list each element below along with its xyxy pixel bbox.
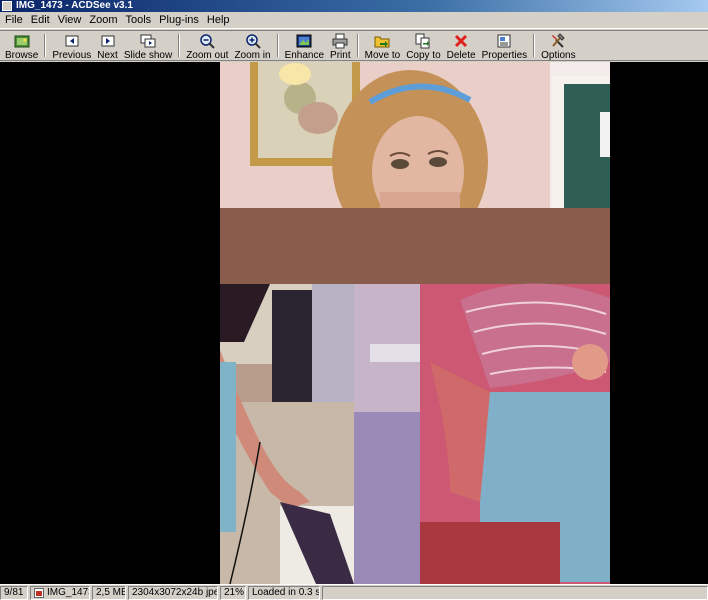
previous-button[interactable]: Previous [49,31,94,60]
move-to-label: Move to [364,50,401,61]
delete-label: Delete [446,50,476,61]
menu-help[interactable]: Help [203,13,234,28]
browse-button[interactable]: Browse [2,31,41,60]
properties-button[interactable]: Properties [479,31,531,60]
print-button[interactable]: Print [327,31,354,60]
print-label: Print [330,50,351,61]
options-label: Options [541,50,576,61]
toolbar-separator [178,34,181,57]
toolbar-separator [533,34,536,57]
toolbar-separator [44,34,47,57]
zoom-in-icon [245,33,261,49]
status-filesize: 2,5 MB [92,585,126,600]
options-icon [550,33,566,49]
next-button[interactable]: Next [94,31,121,60]
options-button[interactable]: Options [538,31,578,60]
toolbar: Browse Previous Next Slide show Zoom out… [0,30,708,61]
copy-to-icon [415,33,431,49]
image-file-icon [34,587,44,598]
enhance-button[interactable]: Enhance [282,31,327,60]
previous-icon [64,33,80,49]
slideshow-icon [140,33,156,49]
zoom-out-label: Zoom out [186,50,229,61]
status-load-time: Loaded in 0.3 s [248,585,320,600]
copy-to-label: Copy to [406,50,441,61]
zoom-in-button[interactable]: Zoom in [231,31,273,60]
menu-edit[interactable]: Edit [27,13,54,28]
menu-bar: File Edit View Zoom Tools Plug-ins Help [0,12,708,29]
slideshow-button[interactable]: Slide show [121,31,175,60]
zoom-in-label: Zoom in [234,50,271,61]
previous-label: Previous [52,50,92,61]
toolbar-separator [356,34,359,57]
delete-button[interactable]: Delete [444,31,479,60]
enhance-label: Enhance [284,50,325,61]
status-dimensions: 2304x3072x24b jpeg [128,585,218,600]
next-icon [100,33,116,49]
next-label: Next [97,50,118,61]
browse-label: Browse [5,50,39,61]
window-title: IMG_1473 - ACDSee v3.1 [16,0,133,11]
status-filename-pane: IMG_1473 [30,585,90,600]
menu-file[interactable]: File [1,13,27,28]
status-filename: IMG_1473 [47,586,90,598]
zoom-out-button[interactable]: Zoom out [183,31,231,60]
zoom-out-icon [199,33,216,49]
enhance-icon [296,33,312,49]
status-position: 9/81 [0,585,28,600]
delete-icon [453,33,469,49]
photo-image [220,62,610,584]
move-to-icon [374,33,390,49]
status-zoom: 21% [220,585,246,600]
move-to-button[interactable]: Move to [362,31,404,60]
displayed-photo [220,62,610,584]
app-icon [2,1,12,11]
toolbar-separator [276,34,279,57]
slideshow-label: Slide show [123,50,173,61]
menu-plugins[interactable]: Plug-ins [155,13,203,28]
title-bar[interactable]: IMG_1473 - ACDSee v3.1 [0,0,708,12]
properties-icon [496,33,512,49]
copy-to-button[interactable]: Copy to [403,31,443,60]
printer-icon [332,33,348,49]
menu-tools[interactable]: Tools [121,13,155,28]
status-empty-pane [322,585,708,600]
browse-icon [14,33,30,49]
image-viewport[interactable] [0,62,708,584]
properties-label: Properties [481,50,528,61]
menu-zoom[interactable]: Zoom [85,13,121,28]
menu-view[interactable]: View [54,13,86,28]
status-bar: 9/81 IMG_1473 2,5 MB 2304x3072x24b jpeg … [0,584,708,600]
